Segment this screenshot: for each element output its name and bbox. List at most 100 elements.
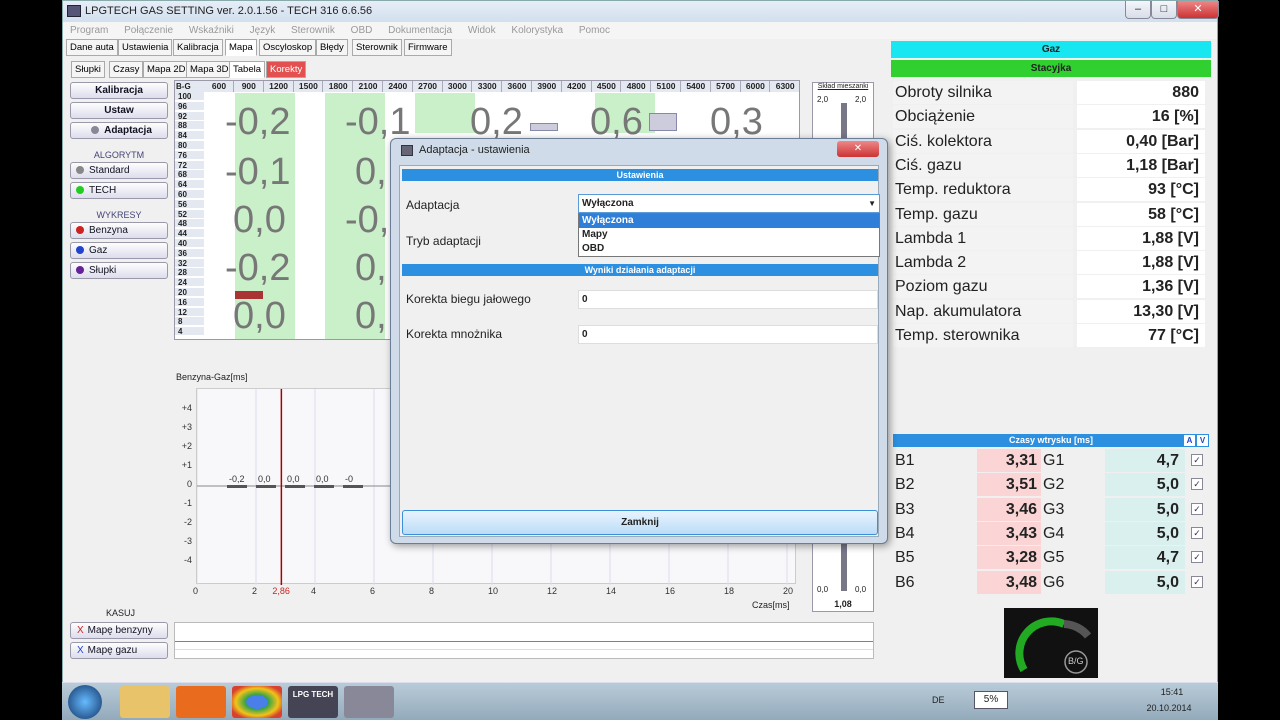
menu-wskazniki[interactable]: Wskaźniki — [189, 25, 234, 36]
clock-time: 15:41 — [1160, 687, 1184, 697]
parameter-label: Obroty silnika — [893, 81, 1073, 104]
inj-a-button[interactable]: A — [1184, 435, 1195, 446]
menu-program[interactable]: Program — [70, 25, 108, 36]
grid-cell-mark — [530, 123, 558, 131]
menu-dokumentacja[interactable]: Dokumentacja — [388, 25, 452, 36]
menu-pomoc[interactable]: Pomoc — [579, 25, 610, 36]
load-row-header: 8 — [175, 317, 204, 327]
taskbar: LPG TECH DE 5% 15:41 20.10.2014 — [62, 682, 1218, 720]
start-button[interactable] — [68, 685, 102, 719]
inj-v-button[interactable]: V — [1197, 435, 1208, 446]
load-row-header: 76 — [175, 150, 204, 160]
load-row-header: 72 — [175, 160, 204, 170]
menu-polaczenie[interactable]: Połączenie — [124, 25, 173, 36]
injector-row: B4 3,43 G4 5,0 ✓ — [893, 521, 1207, 545]
dialog-title: Adaptacja - ustawienia — [419, 144, 530, 156]
zamknij-button[interactable]: Zamknij — [402, 510, 878, 535]
benzyna-toggle[interactable]: Benzyna — [70, 222, 168, 239]
gaz-toggle[interactable]: Gaz — [70, 242, 168, 259]
tab-ustawienia[interactable]: Ustawienia — [118, 39, 173, 56]
injector-checkbox[interactable]: ✓ — [1191, 526, 1203, 539]
menu-jezyk[interactable]: Język — [250, 25, 276, 36]
tab-kalibracja[interactable]: Kalibracja — [173, 39, 223, 56]
dropdown-option-obd[interactable]: OBD — [579, 242, 879, 256]
dialog-app-icon — [401, 145, 413, 156]
gaz-injector-value: 5,0 — [1105, 570, 1185, 594]
injection-times-header: Czasy wtrysku [ms] A V — [893, 434, 1209, 447]
load-row-header: 92 — [175, 111, 204, 121]
kalibracja-button[interactable]: Kalibracja — [70, 82, 168, 99]
window-taskbar-icon[interactable] — [344, 686, 394, 718]
kasuj-mape-benzyny-button[interactable]: X Mapę benzyny — [70, 622, 168, 639]
adaptacja-button[interactable]: Adaptacja — [70, 122, 168, 139]
injector-checkbox[interactable]: ✓ — [1191, 502, 1203, 515]
adaptacja-field-label: Adaptacja — [406, 198, 460, 212]
chart-data-label: 0,0 — [287, 474, 300, 484]
menu-kolorystyka[interactable]: Kolorystyka — [511, 25, 563, 36]
menu-obd[interactable]: OBD — [351, 25, 373, 36]
tab-sterownik[interactable]: Sterownik — [352, 39, 402, 56]
x-tick-label: 8 — [429, 586, 435, 596]
explorer-taskbar-icon[interactable] — [120, 686, 170, 718]
ustawienia-section-header: Ustawienia — [402, 169, 878, 181]
tab-dane-auta[interactable]: Dane auta — [66, 39, 118, 56]
standard-radio[interactable]: Standard — [70, 162, 168, 179]
parameter-label: Lambda 2 — [893, 251, 1073, 275]
injector-checkbox[interactable]: ✓ — [1191, 551, 1203, 564]
chart-bar — [227, 485, 247, 488]
tab-mapa[interactable]: Mapa — [225, 39, 257, 56]
adaptacja-dialog: Adaptacja - ustawienia ✕ Ustawienia Adap… — [390, 138, 888, 544]
media-player-taskbar-icon[interactable] — [176, 686, 226, 718]
injector-checkbox[interactable]: ✓ — [1191, 478, 1203, 491]
benzyna-injector-value: 3,28 — [977, 546, 1041, 570]
signal-line — [175, 649, 873, 650]
kasuj-mape-gazu-button[interactable]: X Mapę gazu — [70, 642, 168, 659]
language-indicator[interactable]: DE — [932, 695, 945, 705]
tab-tabela[interactable]: Tabela — [229, 61, 265, 78]
grid-value: -0, — [345, 199, 390, 241]
rpm-header-cell: 6000 — [741, 81, 771, 92]
benzyna-injector-label: B4 — [895, 524, 915, 542]
parameter-row: Nap. akumulatora 13,30 [V] — [893, 299, 1207, 323]
battery-indicator[interactable]: 5% — [974, 691, 1008, 709]
tab-slupki[interactable]: Słupki — [71, 61, 105, 78]
chart-data-label: 0,0 — [258, 474, 271, 484]
slupki-toggle[interactable]: Słupki — [70, 262, 168, 279]
tab-mapa-2d[interactable]: Mapa 2D — [143, 61, 190, 78]
parameter-label: Temp. gazu — [893, 202, 1073, 226]
menu-sterownik[interactable]: Sterownik — [291, 25, 335, 36]
dropdown-option-mapy[interactable]: Mapy — [579, 228, 879, 242]
title-bar: LPGTECH GAS SETTING ver. 2.0.1.56 - TECH… — [63, 1, 1219, 22]
load-row-header: 24 — [175, 278, 204, 288]
close-button[interactable]: ✕ — [1177, 1, 1219, 19]
dialog-close-icon[interactable]: ✕ — [837, 141, 879, 157]
adaptacja-select[interactable]: Wyłączona ▼ — [578, 194, 880, 213]
minimize-button[interactable]: – — [1125, 1, 1151, 19]
injector-checkbox[interactable]: ✓ — [1191, 575, 1203, 588]
tab-mapa-3d[interactable]: Mapa 3D — [186, 61, 233, 78]
grid-green-area — [415, 93, 475, 133]
parameter-value: 880 — [1077, 81, 1205, 104]
tab-firmware[interactable]: Firmware — [404, 39, 452, 56]
window-title: LPGTECH GAS SETTING ver. 2.0.1.56 - TECH… — [85, 5, 373, 17]
tab-czasy[interactable]: Czasy — [109, 61, 144, 78]
benzyna-injector-label: B2 — [895, 476, 915, 494]
radio-icon — [76, 266, 84, 274]
wyniki-section-header: Wyniki działania adaptacji — [402, 264, 878, 276]
ustaw-button[interactable]: Ustaw — [70, 102, 168, 119]
load-row-header: 68 — [175, 170, 204, 180]
dropdown-option-wylaczona[interactable]: Wyłączona — [579, 214, 879, 228]
tab-oscyloskop[interactable]: Oscyloskop — [259, 39, 317, 56]
tech-radio[interactable]: TECH — [70, 182, 168, 199]
maximize-button[interactable]: □ — [1151, 1, 1177, 19]
tab-korekty[interactable]: Korekty — [266, 61, 307, 78]
injector-checkbox[interactable]: ✓ — [1191, 454, 1203, 466]
mixture-scale-left: 0,0 — [817, 585, 829, 594]
menu-widok[interactable]: Widok — [468, 25, 496, 36]
y-tick-label: +3 — [181, 422, 192, 432]
chrome-taskbar-icon[interactable] — [232, 686, 282, 718]
lpgtech-taskbar-icon[interactable]: LPG TECH — [288, 686, 338, 718]
rpm-header-cell: 3000 — [443, 81, 473, 92]
tab-bledy[interactable]: Błędy — [316, 39, 348, 56]
parameter-row: Temp. gazu 58 [°C] — [893, 202, 1207, 226]
